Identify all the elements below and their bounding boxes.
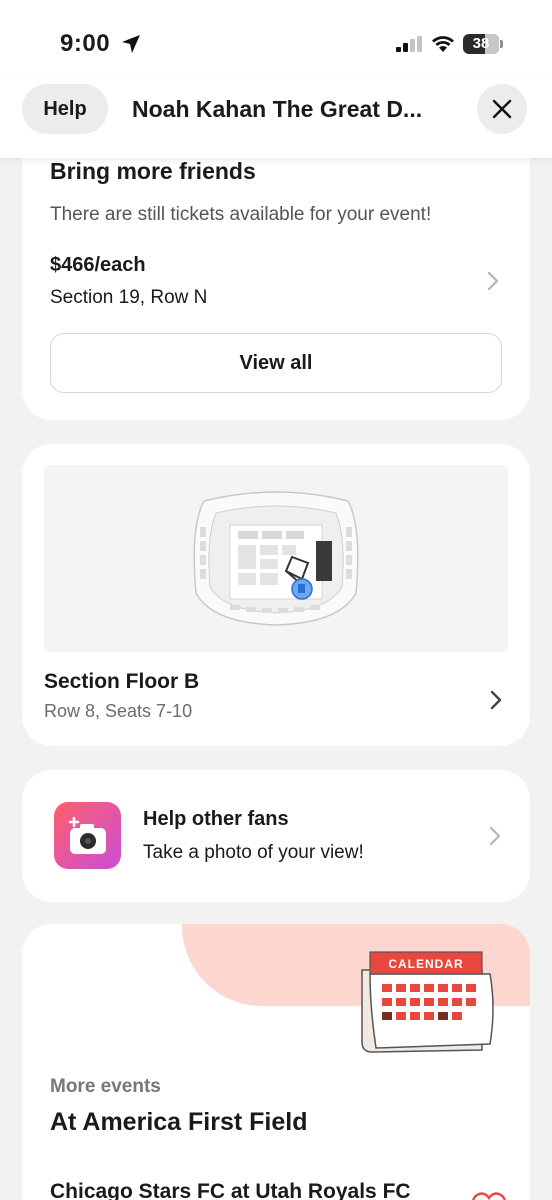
seat-section: Section Floor B bbox=[44, 670, 200, 693]
bring-friends-subtitle: There are still tickets available for yo… bbox=[50, 204, 432, 225]
bring-friends-title: Bring more friends bbox=[50, 158, 256, 184]
status-bar: 9:00 38 bbox=[0, 0, 552, 80]
cellular-signal-icon bbox=[396, 36, 422, 52]
calendar-label: CALENDAR bbox=[388, 957, 463, 971]
chevron-right-icon[interactable] bbox=[488, 688, 504, 712]
help-fans-subtitle: Take a photo of your view! bbox=[143, 842, 364, 863]
seat-map[interactable] bbox=[44, 465, 508, 652]
venue-title: At America First Field bbox=[50, 1108, 308, 1136]
wifi-icon bbox=[432, 36, 454, 52]
chevron-right-icon[interactable] bbox=[486, 270, 500, 292]
event-name[interactable]: Chicago Stars FC at Utah Royals FC bbox=[50, 1180, 411, 1200]
ticket-price[interactable]: $466/each bbox=[50, 254, 146, 277]
top-header: Help Noah Kahan The Great D... bbox=[0, 80, 552, 158]
bring-friends-card: Bring more friends There are still ticke… bbox=[22, 120, 530, 420]
location-arrow-icon bbox=[122, 35, 140, 53]
close-button[interactable] bbox=[477, 84, 527, 134]
battery-level: 38 bbox=[472, 35, 490, 52]
view-all-button[interactable]: View all bbox=[50, 333, 502, 393]
help-button[interactable]: Help bbox=[22, 84, 108, 134]
close-icon bbox=[492, 99, 512, 119]
chevron-right-icon[interactable] bbox=[488, 825, 502, 847]
more-events-label: More events bbox=[50, 1076, 161, 1097]
more-events-card: CALENDAR More events At America First Fi… bbox=[22, 924, 530, 1200]
seat-card[interactable]: Section Floor B Row 8, Seats 7-10 bbox=[22, 444, 530, 746]
seat-row: Row 8, Seats 7-10 bbox=[44, 701, 193, 721]
camera-icon bbox=[54, 802, 121, 869]
stadium-map-image bbox=[193, 491, 359, 626]
event-title: Noah Kahan The Great D... bbox=[132, 96, 423, 122]
calendar-illustration-icon: CALENDAR bbox=[361, 951, 494, 1053]
clock: 9:00 bbox=[60, 30, 111, 57]
ticket-section[interactable]: Section 19, Row N bbox=[50, 287, 207, 309]
heart-icon[interactable] bbox=[472, 1192, 506, 1200]
help-fans-card[interactable]: Help other fans Take a photo of your vie… bbox=[22, 770, 530, 902]
battery-icon: 38 bbox=[463, 34, 499, 54]
help-fans-title: Help other fans bbox=[143, 808, 289, 830]
battery-cap bbox=[500, 40, 503, 48]
